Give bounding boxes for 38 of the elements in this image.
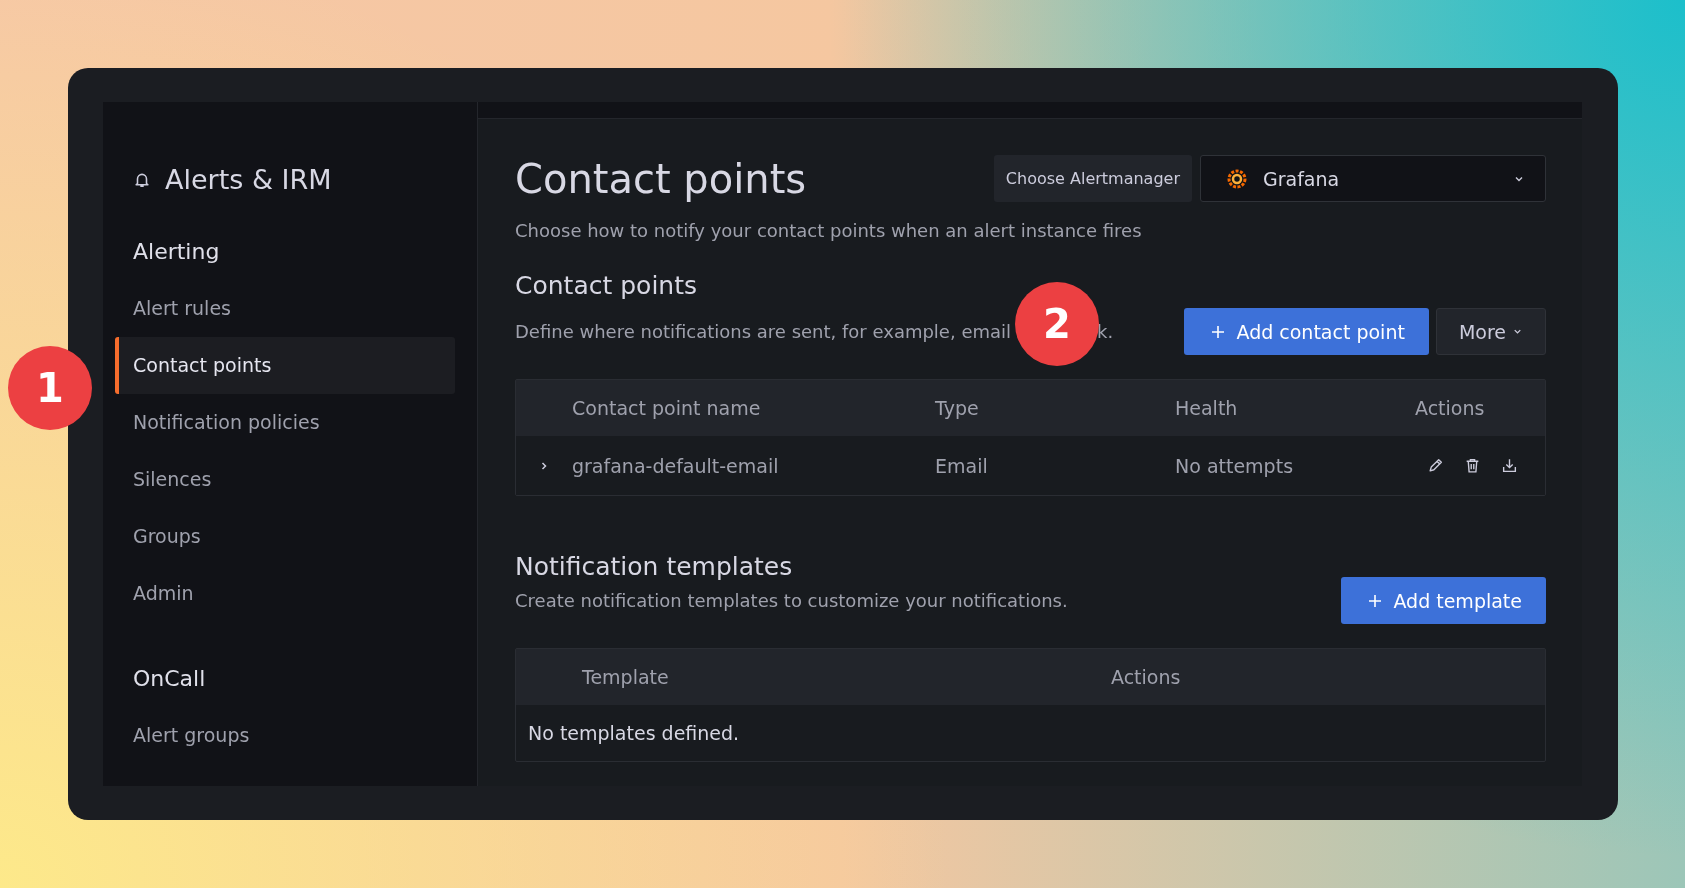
page-title: Contact points bbox=[515, 155, 807, 202]
table-cell-text: No attempts bbox=[1175, 454, 1295, 477]
more-button[interactable]: More bbox=[1435, 308, 1546, 355]
column-header: Actions bbox=[1111, 666, 1182, 688]
section-description: k. bbox=[1097, 321, 1114, 342]
plus-icon bbox=[1210, 323, 1227, 340]
alertmanager-select[interactable]: Grafana bbox=[1200, 155, 1546, 202]
sidebar-item[interactable]: Alert groups bbox=[115, 707, 455, 764]
table-cell-text: Email bbox=[935, 454, 989, 477]
section-description: Define where notifications are sent, for example, email bbox=[515, 321, 1012, 342]
section-heading: OnCall bbox=[133, 666, 207, 691]
empty-message: No templates defined. bbox=[527, 721, 741, 746]
callout-badge: 1 bbox=[8, 346, 92, 430]
column-header: Actions bbox=[1415, 397, 1486, 419]
sidebar-item[interactable]: Groups bbox=[115, 508, 455, 565]
sidebar-item[interactable]: Silences bbox=[115, 451, 455, 508]
delete-icon[interactable] bbox=[1464, 457, 1481, 474]
sidebar-item[interactable]: Contact points bbox=[115, 337, 455, 394]
app-title: Alerts & IRM bbox=[165, 164, 332, 195]
edit-icon[interactable] bbox=[1427, 457, 1444, 474]
section-title: Contact points bbox=[515, 271, 698, 300]
sidebar-item[interactable]: Admin bbox=[115, 565, 455, 622]
column-header: Template bbox=[582, 666, 670, 688]
plus-icon bbox=[1367, 592, 1384, 609]
section-description: Create notification templates to customize your notifications. bbox=[515, 590, 1068, 611]
add-contact-point-button[interactable]: Add contact point bbox=[1184, 308, 1429, 355]
table-cell-text: grafana-default-email bbox=[572, 454, 780, 477]
download-icon[interactable] bbox=[1501, 457, 1518, 474]
page-subtitle: Choose how to notify your contact points when an alert instance fires bbox=[515, 220, 1143, 241]
sidebar-item[interactable]: Notification policies bbox=[115, 394, 455, 451]
column-header: Health bbox=[1175, 397, 1239, 419]
column-header: Type bbox=[935, 397, 980, 419]
column-header: Contact point name bbox=[572, 397, 762, 419]
section-heading: Alerting bbox=[133, 239, 221, 264]
alertmanager-label: Choose Alertmanager bbox=[993, 155, 1192, 202]
section-title: Notification templates bbox=[515, 552, 794, 581]
add-template-button[interactable]: Add template bbox=[1341, 577, 1546, 624]
sidebar-item[interactable]: Alert rules bbox=[115, 280, 455, 337]
